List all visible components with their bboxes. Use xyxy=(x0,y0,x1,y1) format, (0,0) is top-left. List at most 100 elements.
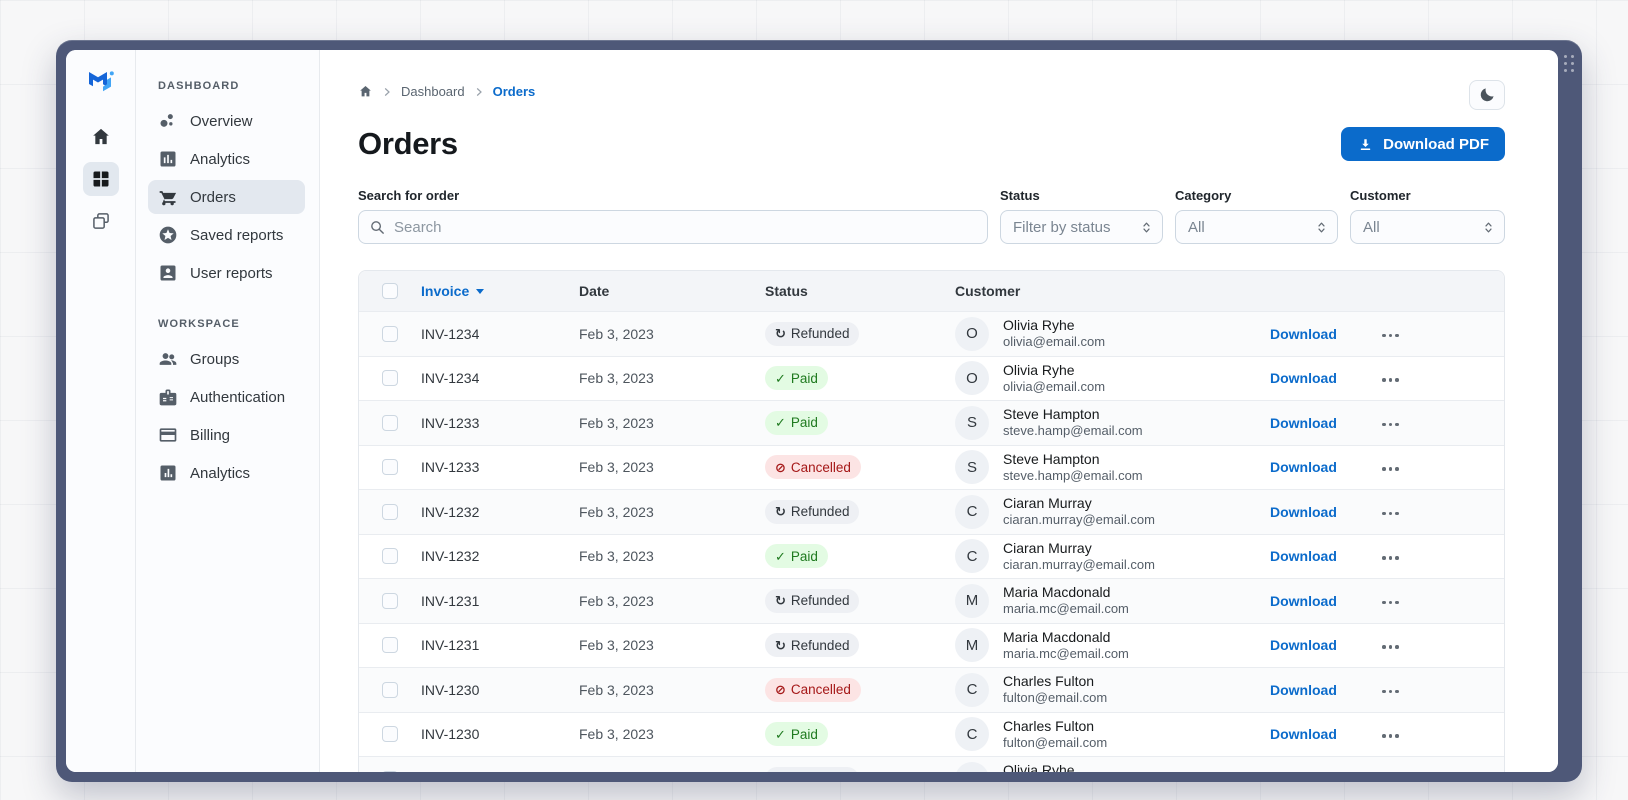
invoice-cell: INV-1229 xyxy=(421,771,579,772)
sidebar-item-orders[interactable]: Orders xyxy=(148,180,305,214)
date-cell: Feb 3, 2023 xyxy=(579,459,654,476)
row-checkbox[interactable] xyxy=(382,325,398,342)
status-icon xyxy=(775,682,786,697)
row-checkbox[interactable] xyxy=(382,414,398,431)
download-pdf-button[interactable]: Download PDF xyxy=(1341,127,1505,161)
section-header-workspace: WORKSPACE xyxy=(158,318,240,330)
status-chip: Paid xyxy=(765,410,828,435)
row-checkbox[interactable] xyxy=(382,548,398,565)
row-menu-button[interactable] xyxy=(1380,461,1401,477)
sidebar-item-analytics-workspace[interactable]: Analytics xyxy=(148,456,305,490)
row-menu-button[interactable] xyxy=(1380,595,1401,611)
date-cell: Feb 3, 2023 xyxy=(579,548,654,565)
column-header-invoice[interactable]: Invoice xyxy=(421,283,579,299)
row-menu-button[interactable] xyxy=(1380,639,1401,655)
download-link[interactable]: Download xyxy=(1270,771,1337,772)
sidebar-item-billing[interactable]: Billing xyxy=(148,418,305,452)
breadcrumb-orders[interactable]: Orders xyxy=(493,84,536,99)
select-all-checkbox[interactable] xyxy=(382,283,398,299)
download-link[interactable]: Download xyxy=(1270,326,1337,342)
avatar: C xyxy=(955,672,989,707)
sidebar-item-saved-reports[interactable]: Saved reports xyxy=(148,218,305,252)
home-icon[interactable] xyxy=(358,84,373,99)
theme-toggle-button[interactable] xyxy=(1469,80,1505,110)
category-filter-select[interactable]: All xyxy=(1175,210,1338,244)
customer-name: Maria Macdonald xyxy=(1003,584,1111,601)
date-cell: Feb 3, 2023 xyxy=(579,370,654,387)
customer-email: steve.hamp@email.com xyxy=(1003,467,1143,483)
main-content: Dashboard Orders Orders Download PDF Sea… xyxy=(320,50,1558,772)
credit-card-icon xyxy=(159,428,177,442)
sort-desc-icon xyxy=(476,288,485,294)
status-label: Refunded xyxy=(791,771,850,772)
download-link[interactable]: Download xyxy=(1270,504,1337,520)
status-chip: Paid xyxy=(765,544,828,569)
customer-filter-label: Customer xyxy=(1350,188,1411,203)
sidebar-item-groups[interactable]: Groups xyxy=(148,342,305,376)
customer-email: ciaran.murray@email.com xyxy=(1003,556,1155,572)
row-checkbox[interactable] xyxy=(382,503,398,520)
sidebar-item-authentication[interactable]: Authentication xyxy=(148,380,305,414)
row-menu-button[interactable] xyxy=(1380,550,1401,566)
download-link[interactable]: Download xyxy=(1270,548,1337,564)
sidebar-item-overview[interactable]: Overview xyxy=(148,104,305,138)
row-checkbox[interactable] xyxy=(382,770,398,772)
home-icon[interactable] xyxy=(83,120,119,154)
badge-icon xyxy=(159,389,177,406)
status-chip: Refunded xyxy=(765,588,860,613)
table-row: INV-1234 Feb 3, 2023 Paid O Olivia Ryhe … xyxy=(359,355,1504,400)
date-cell: Feb 3, 2023 xyxy=(579,503,654,520)
status-icon xyxy=(775,771,786,772)
download-link[interactable]: Download xyxy=(1270,637,1337,653)
customer-filter-value: All xyxy=(1363,218,1380,236)
row-menu-button[interactable] xyxy=(1380,372,1401,388)
sidebar-item-label: User reports xyxy=(190,264,273,282)
select-arrows-icon xyxy=(1318,222,1325,232)
customer-filter-select[interactable]: All xyxy=(1350,210,1505,244)
customer-email: fulton@email.com xyxy=(1003,690,1108,706)
status-chip: Refunded xyxy=(765,633,860,658)
download-link[interactable]: Download xyxy=(1270,726,1337,742)
row-menu-button[interactable] xyxy=(1380,684,1401,700)
download-link[interactable]: Download xyxy=(1270,593,1337,609)
row-checkbox[interactable] xyxy=(382,637,398,654)
row-checkbox[interactable] xyxy=(382,681,398,698)
row-menu-button[interactable] xyxy=(1380,728,1401,744)
search-input[interactable] xyxy=(394,218,977,236)
row-menu-button[interactable] xyxy=(1380,417,1401,433)
dashboard-grid-icon[interactable] xyxy=(82,162,119,196)
row-checkbox[interactable] xyxy=(382,459,398,476)
download-link[interactable]: Download xyxy=(1270,459,1337,475)
table-row: INV-1234 Feb 3, 2023 Refunded O Olivia R… xyxy=(359,311,1504,356)
row-menu-button[interactable] xyxy=(1380,328,1401,344)
breadcrumb: Dashboard Orders xyxy=(358,80,535,99)
download-link[interactable]: Download xyxy=(1270,370,1337,386)
download-link[interactable]: Download xyxy=(1270,415,1337,431)
analytics-icon xyxy=(160,465,176,481)
download-link[interactable]: Download xyxy=(1270,682,1337,698)
row-checkbox[interactable] xyxy=(382,592,398,609)
bar-chart-icon xyxy=(160,151,176,167)
row-checkbox[interactable] xyxy=(382,726,398,743)
star-circle-icon xyxy=(159,226,177,244)
customer-name: Ciaran Murray xyxy=(1003,495,1092,512)
customer-email: maria.mc@email.com xyxy=(1003,645,1129,661)
status-icon xyxy=(775,504,786,519)
customer-name: Olivia Ryhe xyxy=(1003,317,1075,334)
invoice-cell: INV-1234 xyxy=(421,325,480,342)
table-row: INV-1232 Feb 3, 2023 Paid C Ciaran Murra… xyxy=(359,533,1504,578)
sidebar-item-analytics[interactable]: Analytics xyxy=(148,142,305,176)
search-icon xyxy=(371,220,384,234)
date-cell: Feb 3, 2023 xyxy=(579,771,765,772)
sidebar-item-user-reports[interactable]: User reports xyxy=(148,256,305,290)
sidebar-item-label: Analytics xyxy=(190,150,251,168)
sidebar-item-label: Authentication xyxy=(190,388,286,406)
customer-name: Ciaran Murray xyxy=(1003,539,1092,556)
row-menu-button[interactable] xyxy=(1380,506,1401,522)
moon-icon xyxy=(1480,88,1494,102)
row-checkbox[interactable] xyxy=(382,370,398,387)
breadcrumb-dashboard[interactable]: Dashboard xyxy=(401,84,465,99)
customer-email: fulton@email.com xyxy=(1003,734,1108,750)
status-filter-select[interactable]: Filter by status xyxy=(1000,210,1163,244)
layers-icon[interactable] xyxy=(83,204,119,238)
